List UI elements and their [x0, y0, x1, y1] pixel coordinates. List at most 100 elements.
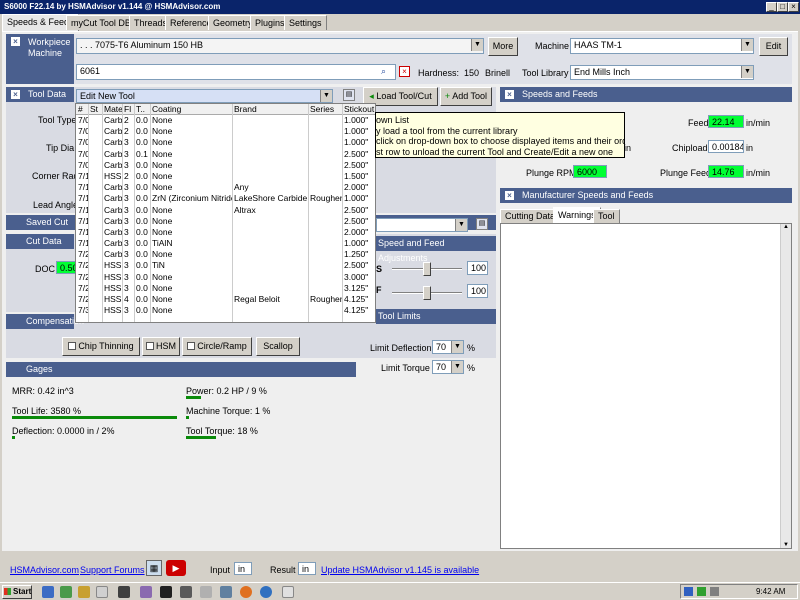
material-search-input[interactable]: 6061 [76, 64, 396, 80]
more-button[interactable]: More [488, 37, 518, 56]
edit-machine-button[interactable]: Edit [759, 37, 788, 56]
warnings-scrollbar[interactable]: ▲ ▼ [780, 224, 791, 548]
scroll-up-icon[interactable]: ▲ [781, 224, 791, 230]
circle-ramp-button[interactable]: Circle/Ramp [182, 337, 252, 356]
chevron-down-icon[interactable]: ▼ [471, 39, 483, 51]
column-header[interactable]: Stickout [344, 104, 375, 115]
chevron-down-icon[interactable]: ▼ [455, 219, 467, 231]
youtube-icon[interactable]: ▶ [166, 560, 186, 576]
tool-row[interactable]: 7/22 Carbide3 0.0 None 1.250" [76, 249, 375, 260]
plunge-feed-output[interactable]: 14.76 [708, 165, 744, 178]
hsm-checkbox[interactable] [146, 342, 154, 350]
scroll-down-icon[interactable]: ▼ [781, 542, 791, 548]
tab-settings[interactable]: Settings [284, 15, 327, 30]
search-app-icon[interactable] [200, 586, 212, 598]
network-icon[interactable] [220, 586, 232, 598]
browser-icon[interactable] [260, 586, 272, 598]
media-icon[interactable] [180, 586, 192, 598]
spreadsheet-icon[interactable] [60, 586, 72, 598]
explorer-icon[interactable] [42, 586, 54, 598]
chevron-down-icon[interactable]: ▼ [741, 39, 753, 51]
tool-row[interactable]: 7/04 Carbide2 0.0 None 1.000" [76, 126, 375, 137]
input-units-field[interactable]: in [234, 562, 252, 575]
update-link[interactable]: Update HSMAdvisor v1.145 is available [321, 565, 479, 575]
column-header[interactable]: # [78, 104, 88, 115]
tool-row[interactable]: 7/06 Carbide3 0.0 None 1.000" [76, 137, 375, 148]
tool-library-select[interactable]: End Mills Inch ▼ [570, 65, 754, 80]
material-select[interactable]: . . . 7075-T6 Aluminum 150 HB ▼ [76, 38, 484, 54]
collapse-icon[interactable]: × [505, 90, 514, 99]
column-header[interactable]: Coating [152, 104, 232, 115]
chevron-down-icon[interactable]: ▼ [451, 341, 463, 353]
tool-row[interactable]: 7/01 Carbide2 0.0 None 1.000" [76, 115, 375, 126]
tab-cutting-data[interactable]: Cutting Data [500, 209, 561, 223]
tool-row[interactable]: 7/11 Carbide3 0.0 ZrN (Zirconium Nitride)La… [76, 193, 375, 204]
limit-deflection-select[interactable]: 70 ▼ [432, 340, 464, 354]
tool-row[interactable]: 7/11 Carbide3 0.0 None Any 2.000" [76, 182, 375, 193]
saved-cut-options-icon[interactable]: ▤ [476, 218, 488, 230]
tool-row[interactable]: 7/09 Carbide3 0.0 None 2.500" [76, 160, 375, 171]
collapse-icon[interactable]: × [505, 191, 514, 200]
folder-icon[interactable] [78, 586, 90, 598]
tool-row[interactable]: 7/12 Carbide3 0.0 None Altrax 2.500" [76, 205, 375, 216]
tool-row[interactable]: 7/18 Carbide3 0.0 TiAlN 1.000" [76, 238, 375, 249]
feed-slider-thumb[interactable] [423, 286, 431, 300]
tray-icon[interactable] [710, 587, 719, 596]
terminal-icon[interactable] [118, 586, 130, 598]
firefox-icon[interactable] [240, 586, 252, 598]
column-header[interactable]: Fl [124, 104, 134, 115]
tool-row[interactable]: 7/28 HSS3 0.0 None 3.125" [76, 283, 375, 294]
tool-row[interactable]: 7/29 HSS4 0.0 None Regal Beloit Rougher/Finis… [76, 294, 375, 305]
chevron-down-icon[interactable]: ▼ [320, 90, 332, 102]
column-header[interactable]: Mate [104, 104, 122, 115]
circle-ramp-checkbox[interactable] [187, 342, 196, 350]
column-header[interactable]: T.. [136, 104, 150, 115]
document-icon[interactable] [96, 586, 108, 598]
tool-options-icon[interactable]: ▤ [343, 89, 355, 101]
close-icon[interactable]: × [788, 2, 799, 12]
collapse-icon[interactable]: × [11, 90, 20, 99]
minimize-icon[interactable]: _ [766, 2, 777, 12]
tool-row[interactable]: 7/16 Carbide3 0.0 None 2.000" [76, 227, 375, 238]
result-units-field[interactable]: in [298, 562, 316, 575]
chip-thinning-button[interactable]: Chip Thinning [62, 337, 140, 356]
app-icon[interactable] [140, 586, 152, 598]
chevron-down-icon[interactable]: ▼ [741, 66, 753, 78]
plunge-rpm-output[interactable]: 6000 [573, 165, 607, 178]
chip-thinning-checkbox[interactable] [68, 342, 77, 350]
feed-output[interactable]: 22.14 [708, 115, 744, 128]
tool-row[interactable]: 7/13 Carbide3 0.0 None 2.500" [76, 216, 375, 227]
tray-icon[interactable] [684, 587, 693, 596]
tool-select[interactable]: Edit New Tool ▼ [76, 89, 333, 103]
add-tool-button[interactable]: + Add Tool [440, 87, 492, 106]
clear-icon[interactable]: × [399, 66, 410, 77]
column-header[interactable]: Brand [234, 104, 308, 115]
chevron-down-icon[interactable]: ▼ [451, 361, 463, 373]
speed-adjust-input[interactable]: 100 [467, 261, 488, 275]
scallop-button[interactable]: Scallop [256, 337, 300, 356]
doc-input[interactable]: 0.50 [56, 261, 76, 274]
limit-torque-select[interactable]: 70 ▼ [432, 360, 464, 374]
tool-table-header[interactable]: # St Mate Fl T.. Coating Brand Series Stickout [76, 104, 375, 115]
maximize-icon[interactable]: □ [777, 2, 788, 12]
tab-mycut-tool-db[interactable]: myCut Tool DB [66, 15, 136, 30]
tool-row[interactable]: 7/30 HSS3 0.0 None 4.125" [76, 305, 375, 316]
saved-cut-select[interactable]: ▼ [376, 218, 468, 232]
start-button[interactable]: Start [2, 585, 32, 599]
site-link[interactable]: HSMAdvisor.com [10, 565, 79, 575]
tool-row[interactable]: 7/26 HSS3 0.0 TiN 2.500" [76, 260, 375, 271]
speed-slider-thumb[interactable] [423, 262, 431, 276]
tools-icon[interactable] [160, 586, 172, 598]
calculator-icon[interactable]: ▦ [146, 560, 162, 576]
collapse-icon[interactable]: × [11, 37, 20, 46]
notepad-icon[interactable] [282, 586, 294, 598]
tool-dropdown-list[interactable]: # St Mate Fl T.. Coating Brand Series Stickout 7/… [75, 103, 376, 323]
machine-select[interactable]: HAAS TM-1 ▼ [570, 38, 754, 54]
column-header[interactable]: Series [310, 104, 342, 115]
tray-icon[interactable] [697, 587, 706, 596]
hsm-button[interactable]: HSM [142, 337, 180, 356]
tool-row[interactable]: 7/08 Carbide3 0.1 None 2.500" [76, 149, 375, 160]
search-icon[interactable]: ⌕ [381, 66, 386, 77]
chipload-output[interactable]: 0.00184 [708, 140, 744, 153]
tool-row[interactable]: 7/26 HSS3 0.0 None 3.000" [76, 272, 375, 283]
